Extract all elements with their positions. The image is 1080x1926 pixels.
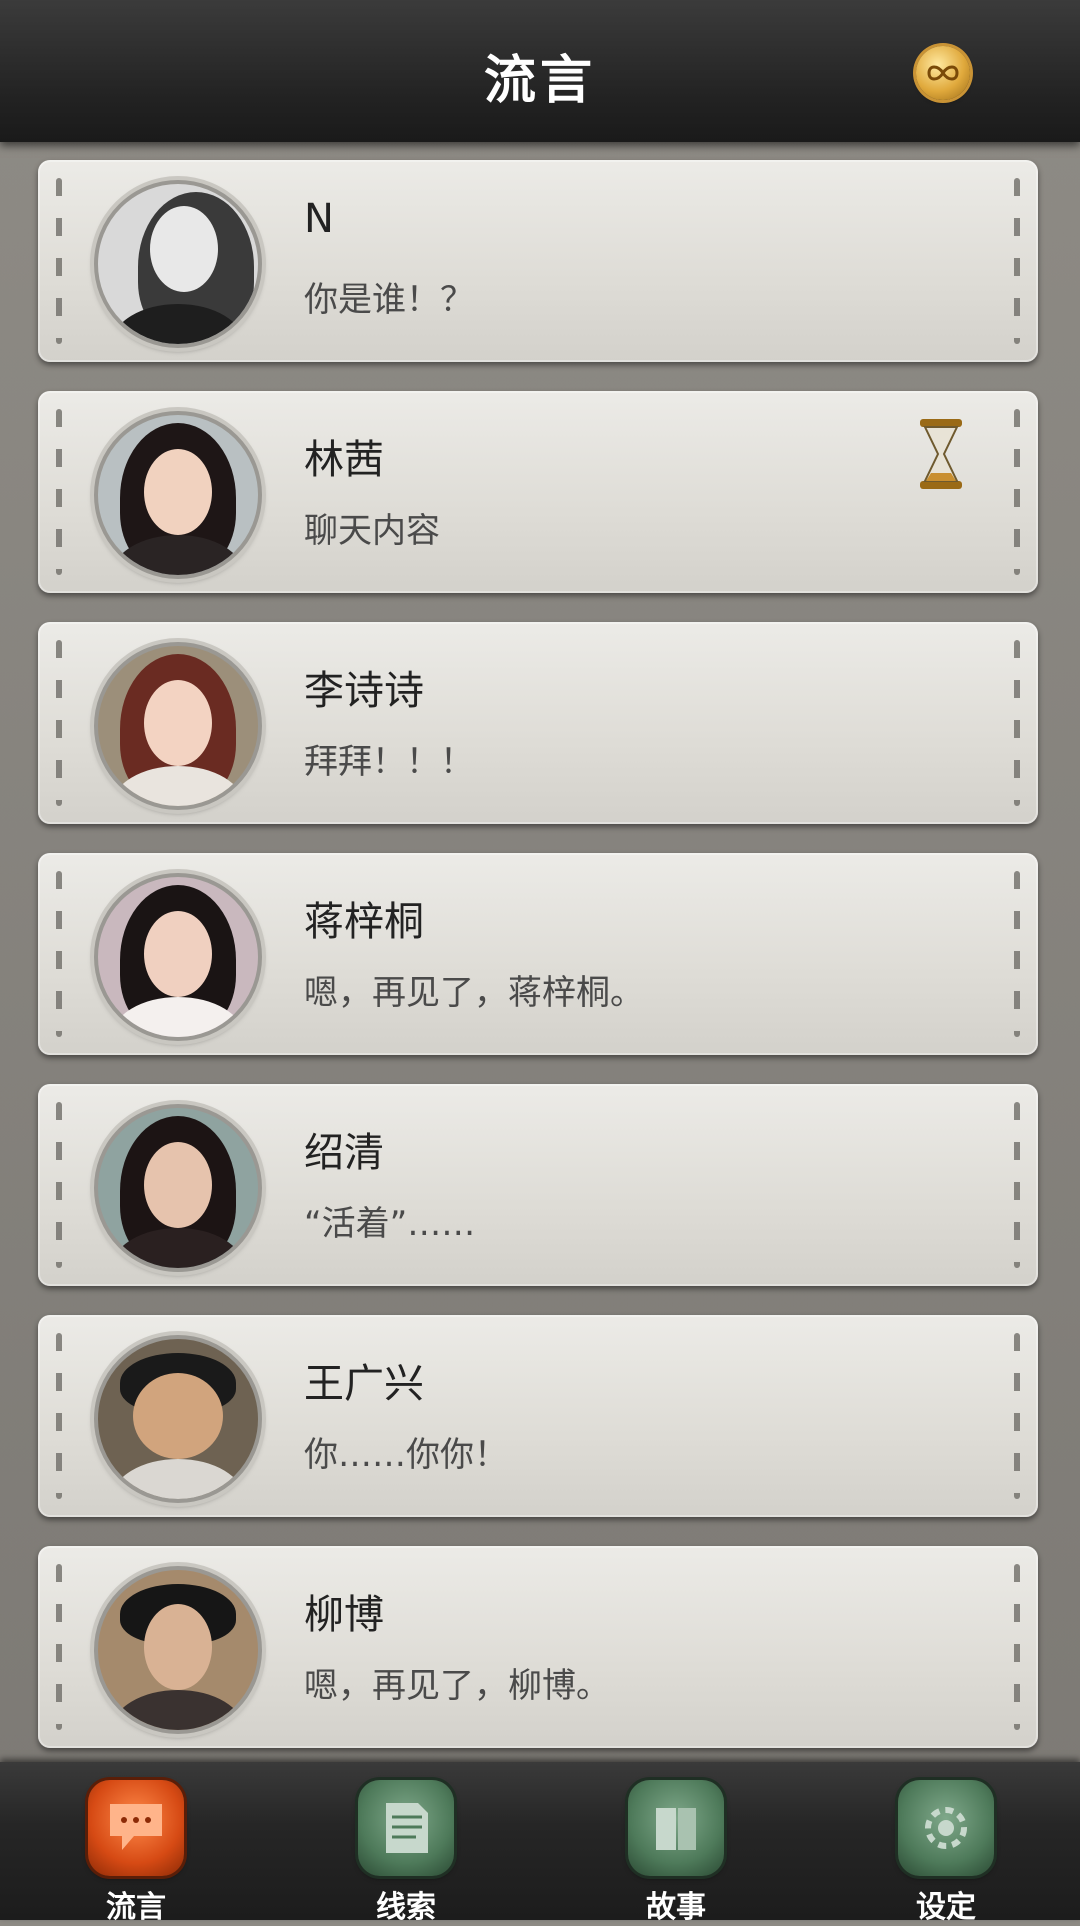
contact-name: 柳博 — [304, 1592, 384, 1638]
conversation-item-jiangzitong[interactable]: 蒋梓桐 嗯，再见了，蒋梓桐。 — [38, 853, 1038, 1055]
avatar-lishishi — [94, 642, 262, 810]
contact-name: N — [304, 196, 334, 242]
tab-story[interactable]: 故事 — [616, 1776, 736, 1925]
tab-label: 线索 — [376, 1890, 436, 1925]
card-stitch-left — [56, 178, 62, 344]
last-message: 你……你你！ — [304, 1435, 508, 1475]
last-message: 嗯，再见了，蒋梓桐。 — [304, 973, 644, 1013]
avatar-wangguangxing — [94, 1335, 262, 1503]
avatar-linqian — [94, 411, 262, 579]
document-icon — [358, 1780, 454, 1876]
tab-rumors[interactable]: 流言 — [76, 1776, 196, 1925]
card-stitch-right — [1014, 640, 1020, 806]
card-stitch-left — [56, 871, 62, 1037]
card-stitch-left — [56, 1333, 62, 1499]
gear-icon — [898, 1780, 994, 1876]
top-header: 流言 — [0, 0, 1080, 142]
conversation-item-linqian[interactable]: 林茜 聊天内容 — [38, 391, 1038, 593]
card-stitch-left — [56, 640, 62, 806]
avatar-liubo — [94, 1566, 262, 1734]
infinity-glyph-icon — [927, 65, 959, 81]
hourglass-icon — [920, 419, 962, 489]
tab-clues[interactable]: 线索 — [346, 1776, 466, 1925]
last-message: 你是谁！？ — [304, 280, 474, 320]
contact-name: 蒋梓桐 — [304, 899, 424, 945]
tab-label: 设定 — [916, 1890, 976, 1925]
avatar-n — [94, 180, 262, 348]
bottom-tab-bar: 流言 线索 故事 设定 — [0, 1762, 1080, 1925]
tab-label: 故事 — [646, 1890, 706, 1925]
last-message: 嗯，再见了，柳博。 — [304, 1666, 610, 1706]
card-stitch-right — [1014, 1102, 1020, 1268]
book-icon — [628, 1780, 724, 1876]
contact-name: 绍清 — [304, 1130, 384, 1176]
chat-bubble-icon — [88, 1780, 184, 1876]
contact-name: 王广兴 — [304, 1361, 424, 1407]
card-stitch-left — [56, 1102, 62, 1268]
card-stitch-right — [1014, 409, 1020, 575]
conversation-item-wangguangxing[interactable]: 王广兴 你……你你！ — [38, 1315, 1038, 1517]
last-message: 拜拜！！！ — [304, 742, 474, 782]
card-stitch-left — [56, 409, 62, 575]
card-stitch-right — [1014, 1333, 1020, 1499]
card-stitch-right — [1014, 178, 1020, 344]
contact-name: 林茜 — [304, 437, 384, 483]
last-message: “活着”…… — [304, 1204, 476, 1244]
last-message: 聊天内容 — [304, 511, 440, 551]
infinity-coin-icon[interactable] — [916, 46, 970, 100]
conversation-item-lishishi[interactable]: 李诗诗 拜拜！！！ — [38, 622, 1038, 824]
conversation-item-n[interactable]: N 你是谁！？ — [38, 160, 1038, 362]
card-stitch-right — [1014, 1564, 1020, 1730]
conversation-item-shaoqing[interactable]: 绍清 “活着”…… — [38, 1084, 1038, 1286]
tab-label: 流言 — [106, 1890, 166, 1925]
conversation-item-liubo[interactable]: 柳博 嗯，再见了，柳博。 — [38, 1546, 1038, 1748]
tab-settings[interactable]: 设定 — [886, 1776, 1006, 1925]
avatar-jiangzitong — [94, 873, 262, 1041]
contact-name: 李诗诗 — [304, 668, 424, 714]
avatar-shaoqing — [94, 1104, 262, 1272]
card-stitch-left — [56, 1564, 62, 1730]
card-stitch-right — [1014, 871, 1020, 1037]
